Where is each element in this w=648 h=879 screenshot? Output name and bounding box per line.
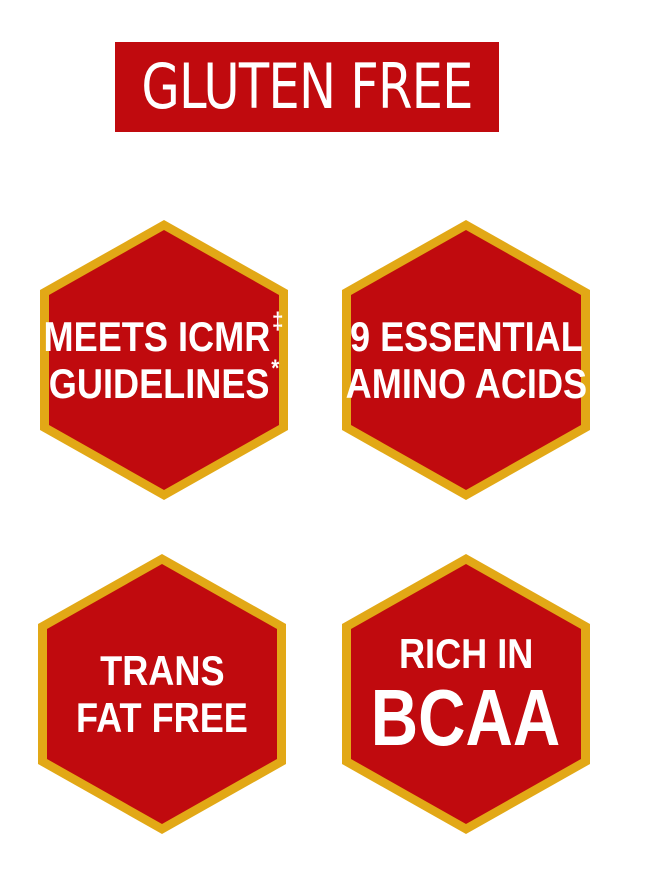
badge-label: RICH IN BCAA [338, 550, 594, 838]
badge-trans-fat-free: TRANS FAT FREE [34, 550, 290, 838]
badge-label: MEETS ICMR‡ GUIDELINES* [36, 216, 292, 504]
badge-line-1: RICH IN [398, 630, 534, 678]
badge-line-2: AMINO ACIDS [345, 360, 587, 407]
gluten-free-banner: GLUTEN FREE [115, 42, 499, 132]
badge-label: TRANS FAT FREE [34, 550, 290, 838]
badge-line-1: 9 ESSENTIAL [349, 312, 583, 360]
badge-label: 9 ESSENTIAL AMINO ACIDS [338, 216, 594, 504]
badge-line-2: FAT FREE [76, 694, 248, 741]
banner-text: GLUTEN FREE [141, 50, 473, 123]
asterisk-mark: * [271, 355, 280, 382]
double-dagger-mark: ‡ [272, 307, 284, 335]
badge-icmr-guidelines: MEETS ICMR‡ GUIDELINES* [36, 216, 292, 504]
badge-line-1: TRANS [99, 646, 225, 694]
badge-line-1: MEETS ICMR‡ [44, 307, 284, 360]
badge-line-2: BCAA [371, 672, 561, 762]
badge-rich-in-bcaa: RICH IN BCAA [338, 550, 594, 838]
badge-essential-amino-acids: 9 ESSENTIAL AMINO ACIDS [338, 216, 594, 504]
badge-line-2: GUIDELINES* [48, 355, 280, 407]
